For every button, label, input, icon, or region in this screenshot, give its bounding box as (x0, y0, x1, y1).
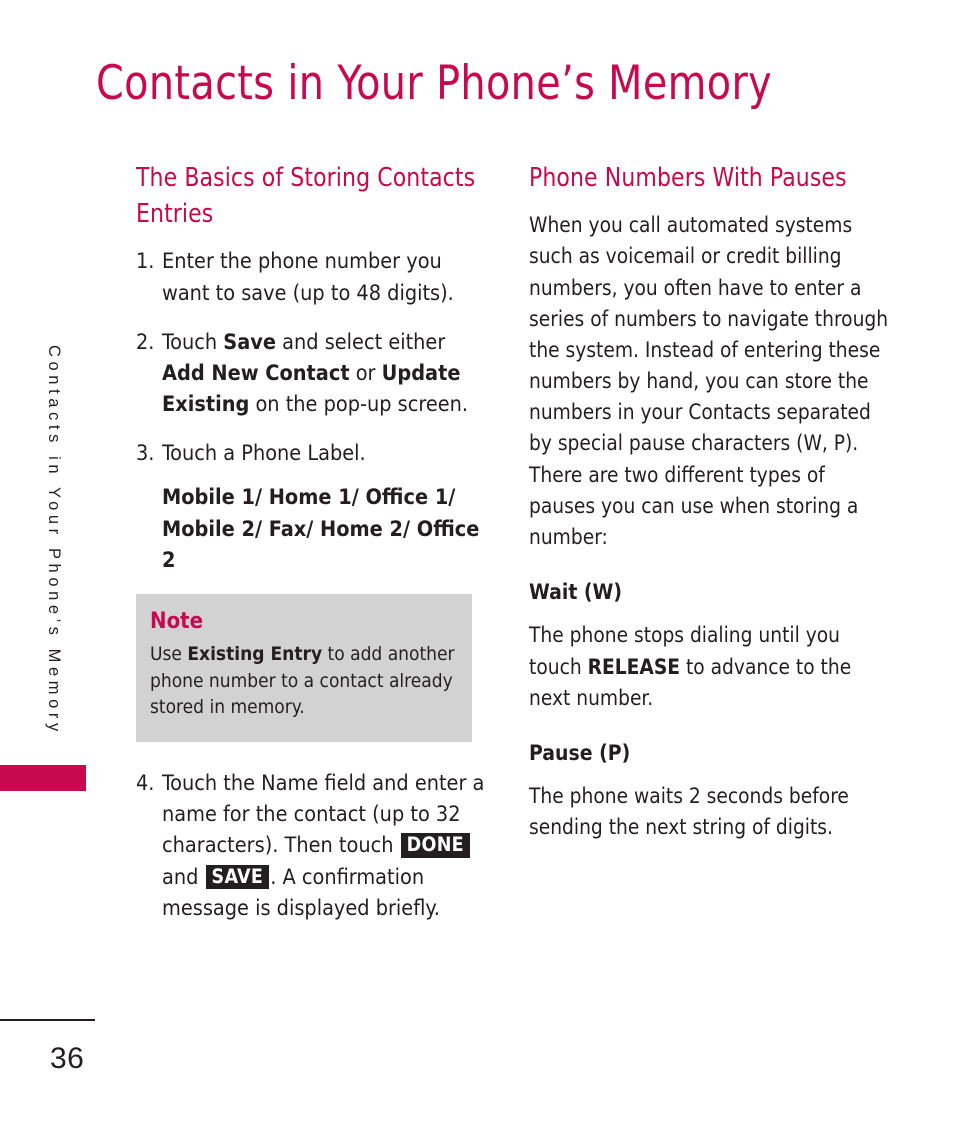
step-list: 1. Enter the phone number you want to sa… (136, 246, 490, 576)
step-number: 1. (136, 249, 155, 275)
keycap-label: DONE (400, 833, 470, 859)
step-item: 3. Touch a Phone Label. Mobile 1/ Home 1… (136, 438, 490, 576)
step-number: 3. (136, 441, 155, 467)
step-item: 1. Enter the phone number you want to sa… (136, 246, 490, 308)
page-number: 36 (50, 1042, 85, 1075)
page-title: Contacts in Your Phone’s Memory (96, 56, 773, 111)
vertical-running-head-label: Contacts in Your Phone’s Memory (45, 345, 63, 736)
emphasis-term: Existing Entry (187, 643, 323, 666)
subsection-text-wait: The phone stops dialing until you touch … (529, 623, 852, 711)
left-column: The Basics of Storing Contacts Entries 1… (136, 160, 490, 942)
subsection-heading-pause: Pause (P) (529, 740, 631, 765)
phone-label-options: Mobile 1/ Home 1/ Office 1/ Mobile 2/ Fa… (162, 485, 480, 573)
step-item: 2. Touch Save and select either Add New … (136, 327, 490, 421)
emphasis-term: Add New Contact (162, 360, 350, 386)
keycap-label: SAVE (205, 864, 270, 890)
note-text: Use Existing Entry to add another phone … (150, 643, 455, 718)
step-item: 4. Touch the Name field and enter a name… (136, 768, 490, 924)
chapter-tab-marker (0, 765, 86, 791)
step-text: Touch the Name field and enter a name fo… (162, 771, 485, 921)
note-callout: Note Use Existing Entry to add another p… (136, 593, 472, 742)
subsection-text-pause: The phone waits 2 seconds before sending… (529, 784, 849, 841)
step-text: Touch a Phone Label. (162, 441, 366, 467)
left-column-heading: The Basics of Storing Contacts Entries (136, 163, 476, 230)
footer-rule (0, 1019, 95, 1021)
step-text: Touch Save and select either Add New Con… (162, 329, 469, 418)
emphasis-term: RELEASE (587, 654, 681, 680)
note-title: Note (150, 608, 204, 634)
step-text: Enter the phone number you want to save … (162, 249, 454, 306)
right-column-heading: Phone Numbers With Pauses (529, 163, 847, 193)
emphasis-term: Save (223, 329, 277, 355)
step-number: 2. (136, 329, 155, 355)
pauses-intro-paragraph: When you call automated systems such as … (529, 213, 889, 550)
right-column: Phone Numbers With Pauses When you call … (529, 160, 907, 844)
step-number: 4. (136, 771, 155, 796)
subsection-heading-wait: Wait (W) (529, 580, 623, 605)
